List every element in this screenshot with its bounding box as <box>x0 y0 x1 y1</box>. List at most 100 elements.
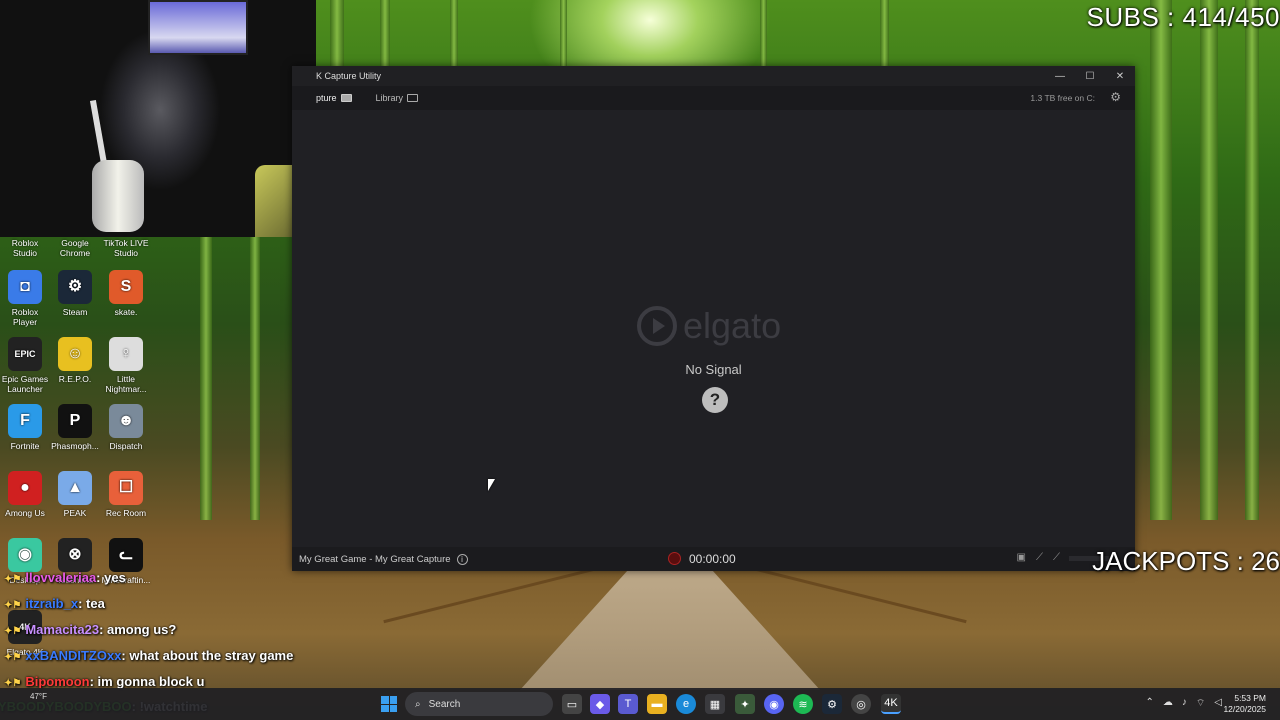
chat-username: Bipomoon <box>25 674 90 689</box>
chrome-taskbar-icon[interactable]: ◎ <box>851 694 871 714</box>
start-button[interactable] <box>381 696 397 712</box>
chat-message: ✦⚑ xxBANDITZOxx: what about the stray gam… <box>4 648 293 663</box>
desktop-icon[interactable]: ☐ Rec Room <box>101 471 151 518</box>
file-explorer-icon[interactable]: ▬ <box>647 694 667 714</box>
cat-game-icon: ᓚ <box>109 538 143 572</box>
desktop-icon[interactable]: Roblox Studio <box>0 238 50 258</box>
repo-icon: ☺ <box>58 337 92 371</box>
search-icon: ⌕ <box>415 698 421 710</box>
search-box[interactable]: ⌕ Search <box>405 692 553 716</box>
copilot-icon[interactable]: ◆ <box>590 694 610 714</box>
chat-badge-icon: ✦⚑ <box>4 600 22 611</box>
elgato-mark-icon <box>637 306 677 346</box>
desktop-icon[interactable]: ◘ Roblox Player <box>0 270 50 327</box>
chat-badge-icon: ✦⚑ <box>4 626 22 637</box>
store-icon[interactable]: ▦ <box>705 694 725 714</box>
capture-name: My Great Game - My Great Capture <box>299 553 451 565</box>
chat-text: : tea <box>78 596 105 611</box>
elgato-logo: elgato <box>637 305 781 347</box>
chat-badge-icon: ✦⚑ <box>4 652 22 663</box>
chat-username: xxBANDITZOxx <box>25 648 122 663</box>
chat-username: itzraib_x <box>25 596 79 611</box>
capture-utility-window: K Capture Utility — ☐ ✕ pture Library 1.… <box>292 66 1135 571</box>
desktop-icon[interactable]: ♀ Little Nightmar... <box>101 337 151 394</box>
system-tray: ⌃ ☁ ♪ ⌔ ◁ <box>1146 697 1223 710</box>
desktop-app-icon: ◉ <box>8 538 42 572</box>
screenshot-icon[interactable]: ▣ <box>1017 552 1026 563</box>
mic-mute-icon[interactable]: ⟋ <box>1036 552 1043 563</box>
tab-library[interactable]: Library <box>364 86 431 110</box>
fortnite-icon: F <box>8 404 42 438</box>
peak-icon: ▲ <box>58 471 92 505</box>
desktop-icon[interactable]: Sskate. <box>101 270 151 317</box>
chat-text: : among us? <box>99 622 177 637</box>
chevron-up-icon[interactable]: ⌃ <box>1146 697 1154 710</box>
desktop-icon[interactable]: ● Among Us <box>0 471 50 518</box>
desktop-icon[interactable]: TikTok LIVE Studio <box>101 238 151 258</box>
desktop-icon[interactable]: Google Chrome <box>50 238 100 258</box>
gear-icon[interactable]: ⚙ <box>1110 90 1121 104</box>
steam-taskbar-icon[interactable]: ⚙ <box>822 694 842 714</box>
desktop-icon[interactable]: ☻ Dispatch <box>101 404 151 451</box>
chat-message: ✦⚑ Bipomoon: im gonna block u <box>4 674 204 689</box>
desktop-icon-label: Roblox Studio <box>11 238 39 258</box>
chat-username: Mamacita23 <box>25 622 100 637</box>
help-icon[interactable]: ? <box>702 387 728 413</box>
desktop-icon[interactable]: ☺ R.E.P.O. <box>50 337 100 384</box>
desktop-icon-label: PEAK <box>63 508 87 518</box>
maximize-button[interactable]: ☐ <box>1075 66 1105 86</box>
elgato-wordmark: elgato <box>683 305 782 346</box>
tab-capture-label: pture <box>316 93 337 103</box>
search-placeholder: Search <box>428 698 461 710</box>
desktop-icon-label: Fortnite <box>10 441 40 451</box>
storage-free: 1.3 TB free on C: <box>1030 93 1095 103</box>
chat-badge-icon: ✦⚑ <box>4 574 22 585</box>
onedrive-icon[interactable]: ☁ <box>1163 697 1173 710</box>
desktop-icon-label: Phasmoph... <box>51 441 99 451</box>
capture-preview[interactable]: elgato No Signal ? <box>292 110 1135 547</box>
desktop-icon-label: Steam <box>62 307 88 317</box>
tab-capture[interactable]: pture <box>292 86 364 110</box>
weather-widget[interactable]: 47°F <box>30 692 47 701</box>
elgato-4k-taskbar-icon[interactable]: 4K <box>881 694 901 714</box>
chat-text: : im gonna block u <box>89 674 205 689</box>
desktop-icon-label: Dispatch <box>109 441 143 451</box>
record-button[interactable] <box>668 552 681 565</box>
minimize-button[interactable]: — <box>1045 66 1075 86</box>
spotify-icon[interactable]: ≋ <box>793 694 813 714</box>
epic-games-icon: EPIC <box>8 337 42 371</box>
task-view-icon[interactable]: ▭ <box>562 694 582 714</box>
title-bar[interactable]: K Capture Utility — ☐ ✕ <box>292 66 1135 86</box>
clock[interactable]: 5:53 PM 12/20/2025 <box>1223 693 1266 715</box>
close-button[interactable]: ✕ <box>1105 66 1135 86</box>
clock-date: 12/20/2025 <box>1223 704 1266 714</box>
teams-icon[interactable]: T <box>618 694 638 714</box>
desktop-icon[interactable]: ▲ PEAK <box>50 471 100 518</box>
desktop-icon-label: Google Chrome <box>59 238 91 258</box>
volume-icon[interactable]: ◁ <box>1214 697 1222 710</box>
wifi-icon[interactable]: ⌔ <box>1196 697 1205 710</box>
desktop-icon-label: TikTok LIVE Studio <box>103 238 149 258</box>
webcam-microphone <box>92 160 144 232</box>
desktop-icon-label: Among Us <box>5 508 45 518</box>
microphone-icon[interactable]: ♪ <box>1182 697 1187 710</box>
desktop-icon[interactable]: P Phasmoph... <box>50 404 100 451</box>
desktop-icon-label: Epic Games Launcher <box>1 374 49 394</box>
chat-message: ✦⚑ itzraib_x: tea <box>4 596 105 611</box>
desktop-icon[interactable]: F Fortnite <box>0 404 50 451</box>
mouse-cursor-icon <box>488 479 495 491</box>
tab-bar: pture Library 1.3 TB free on C: ⚙ <box>292 86 1135 110</box>
status-bar: My Great Game - My Great Capture i 00:00… <box>292 547 1135 571</box>
audio-mute-icon[interactable]: ⟋ <box>1053 552 1060 563</box>
desktop-icon-label: Roblox Player <box>11 307 39 327</box>
chat-username: llovvaleriaa <box>25 570 97 585</box>
record-timer: 00:00:00 <box>689 552 736 566</box>
discord-icon[interactable]: ◉ <box>764 694 784 714</box>
app-leaf-icon[interactable]: ✦ <box>735 694 755 714</box>
bamboo-stalk <box>1245 0 1259 520</box>
capture-icon <box>340 94 352 102</box>
desktop-icon[interactable]: ⚙ Steam <box>50 270 100 317</box>
desktop-icon[interactable]: EPIC Epic Games Launcher <box>0 337 50 394</box>
edge-icon[interactable]: e <box>676 694 696 714</box>
info-icon[interactable]: i <box>456 553 468 565</box>
